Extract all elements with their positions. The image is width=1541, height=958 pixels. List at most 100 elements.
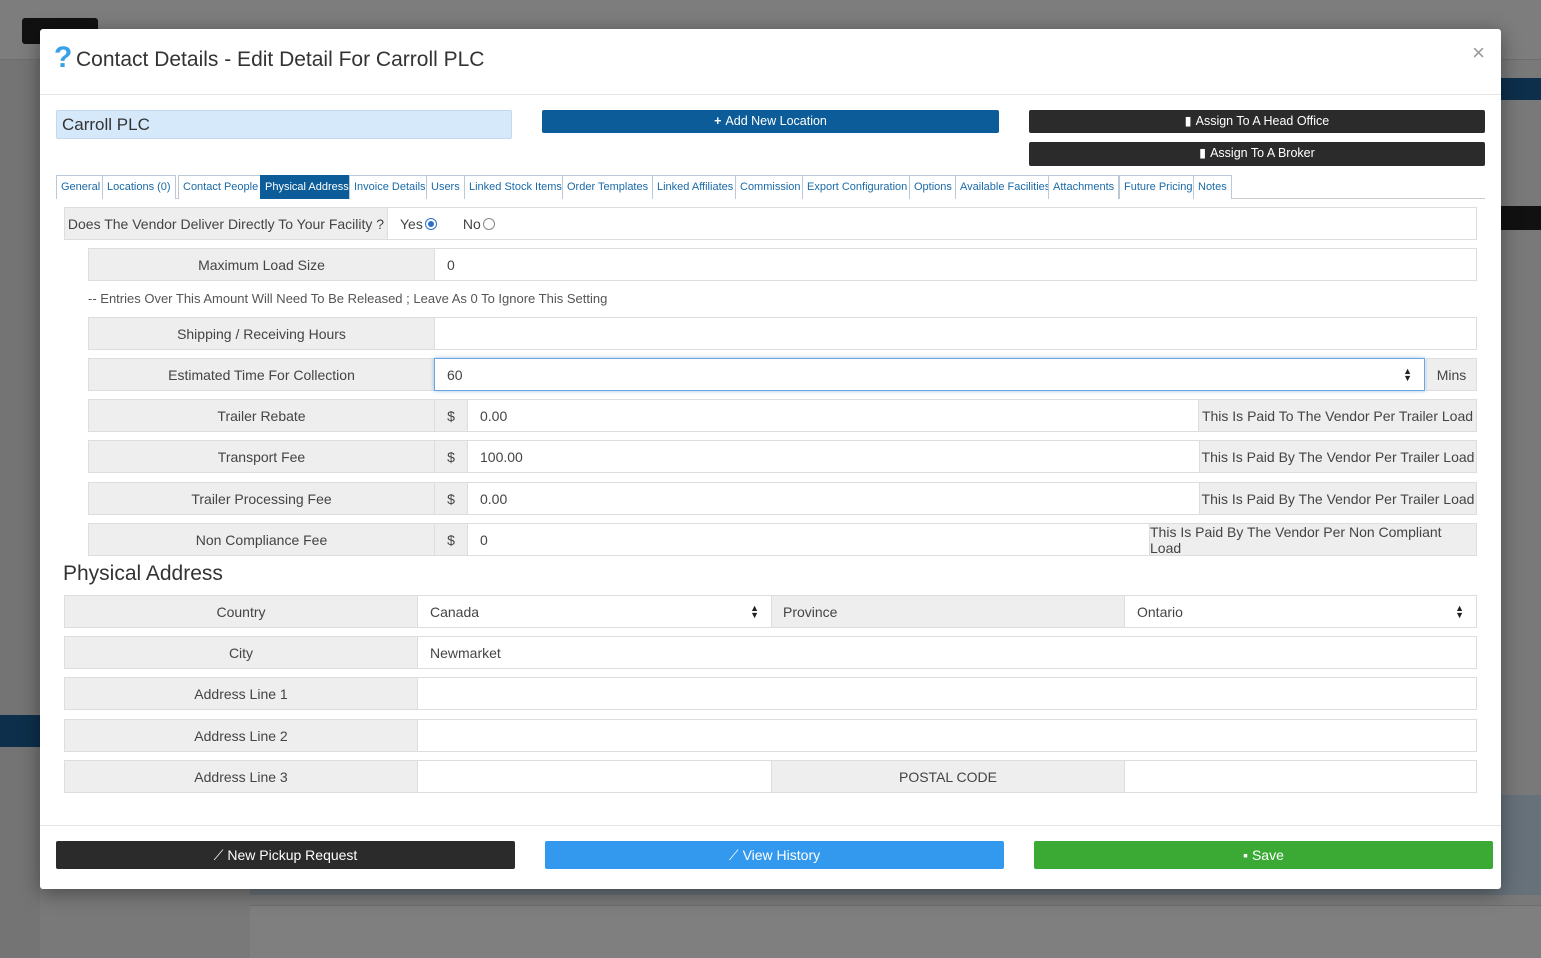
tab-users[interactable]: Users	[426, 175, 465, 199]
delivery-yes-label: Yes	[400, 215, 423, 232]
currency-addon: $	[434, 482, 468, 515]
province-value: Ontario	[1137, 603, 1183, 620]
chart-icon: ⟋	[728, 847, 743, 863]
non-compliance-note: This Is Paid By The Vendor Per Non Compl…	[1149, 523, 1477, 556]
trailer-processing-row: Trailer Processing Fee $ 0.00 This Is Pa…	[88, 482, 1477, 515]
tab-attachments[interactable]: Attachments	[1048, 175, 1120, 199]
address-line-3-input[interactable]	[417, 760, 772, 793]
collection-unit: Mins	[1426, 358, 1477, 391]
tab-general[interactable]: General	[56, 175, 106, 199]
tab-invoice-details[interactable]: Invoice Details	[349, 175, 431, 199]
postal-code-input[interactable]	[1124, 760, 1477, 793]
close-icon[interactable]: ×	[1472, 41, 1485, 65]
country-province-row: Country Canada ▲ ▼ Province Ontario ▲ ▼	[64, 595, 1477, 628]
tab-bar: General Locations (0) Contact People Phy…	[56, 175, 1485, 199]
help-icon[interactable]: ?	[54, 41, 72, 75]
tab-future-pricing[interactable]: Future Pricing	[1119, 175, 1198, 199]
province-label: Province	[771, 595, 1125, 628]
new-pickup-request-button[interactable]: ⟋ New Pickup Request	[56, 841, 515, 869]
tab-available-facilities[interactable]: Available Facilities	[955, 175, 1056, 199]
tab-commission[interactable]: Commission	[735, 175, 806, 199]
trailer-processing-label: Trailer Processing Fee	[88, 482, 435, 515]
tab-export-configuration[interactable]: Export Configuration	[802, 175, 913, 199]
contact-details-modal: ? Contact Details - Edit Detail For Carr…	[40, 29, 1501, 889]
tab-contact-people[interactable]: Contact People	[178, 175, 264, 199]
city-row: City Newmarket	[64, 636, 1477, 669]
currency-addon: $	[434, 399, 468, 432]
save-button[interactable]: ▪ Save	[1034, 841, 1493, 869]
currency-addon: $	[434, 440, 468, 473]
delivery-yes-radio[interactable]	[424, 217, 437, 230]
building-icon: ▮	[1184, 114, 1192, 128]
new-pickup-request-label: New Pickup Request	[227, 847, 358, 863]
delivery-no-label: No	[462, 215, 481, 232]
max-load-label: Maximum Load Size	[88, 248, 435, 281]
shipping-hours-row: Shipping / Receiving Hours	[88, 317, 1477, 350]
save-label: Save	[1251, 847, 1284, 863]
tab-options[interactable]: Options	[909, 175, 957, 199]
assign-broker-button[interactable]: ▮ Assign To A Broker	[1029, 142, 1485, 166]
building-icon: ▮	[1199, 146, 1207, 160]
shipping-hours-label: Shipping / Receiving Hours	[88, 317, 435, 350]
delivery-options: Yes No	[387, 207, 1477, 240]
tab-physical-address[interactable]: Physical Address	[260, 175, 354, 199]
chart-icon: ⟋	[213, 847, 228, 863]
view-history-label: View History	[742, 847, 821, 863]
trailer-processing-note: This Is Paid By The Vendor Per Trailer L…	[1199, 482, 1477, 515]
select-arrows-icon: ▲ ▼	[750, 602, 759, 620]
address-line-1-row: Address Line 1	[64, 677, 1477, 710]
non-compliance-label: Non Compliance Fee	[88, 523, 435, 556]
province-select[interactable]: Ontario ▲ ▼	[1124, 595, 1477, 628]
address-line-2-input[interactable]	[417, 719, 1477, 752]
trailer-rebate-label: Trailer Rebate	[88, 399, 435, 432]
spinner-arrows-icon[interactable]: ▲ ▼	[1403, 366, 1412, 382]
max-load-input[interactable]: 0	[434, 248, 1477, 281]
assign-broker-label: Assign To A Broker	[1210, 146, 1315, 160]
tab-order-templates[interactable]: Order Templates	[562, 175, 654, 199]
add-new-location-label: Add New Location	[725, 114, 827, 128]
address-line-2-label: Address Line 2	[64, 719, 418, 752]
add-new-location-button[interactable]: + Add New Location	[542, 110, 999, 133]
collection-time-value: 60	[447, 366, 463, 383]
transport-fee-input[interactable]: 100.00	[467, 440, 1200, 473]
trailer-rebate-input[interactable]: 0.00	[467, 399, 1199, 432]
country-label: Country	[64, 595, 418, 628]
assign-head-office-button[interactable]: ▮ Assign To A Head Office	[1029, 110, 1485, 133]
tab-notes[interactable]: Notes	[1193, 175, 1232, 199]
max-load-row: Maximum Load Size 0	[88, 248, 1477, 281]
delivery-question-label: Does The Vendor Deliver Directly To Your…	[64, 207, 388, 240]
plus-icon: +	[714, 114, 722, 128]
shipping-hours-input[interactable]	[434, 317, 1477, 350]
tab-linked-stock-items[interactable]: Linked Stock Items	[464, 175, 567, 199]
tab-linked-affiliates[interactable]: Linked Affiliates	[652, 175, 739, 199]
address-line-3-row: Address Line 3 POSTAL CODE	[64, 760, 1477, 793]
address-line-3-label: Address Line 3	[64, 760, 418, 793]
trailer-rebate-note: This Is Paid To The Vendor Per Trailer L…	[1198, 399, 1477, 432]
transport-fee-label: Transport Fee	[88, 440, 435, 473]
address-line-2-row: Address Line 2	[64, 719, 1477, 752]
footer-divider	[40, 825, 1501, 826]
contact-name-input[interactable]	[56, 110, 512, 139]
country-select[interactable]: Canada ▲ ▼	[417, 595, 772, 628]
modal-header: ? Contact Details - Edit Detail For Carr…	[40, 29, 1501, 95]
transport-fee-note: This Is Paid By The Vendor Per Trailer L…	[1199, 440, 1477, 473]
view-history-button[interactable]: ⟋ View History	[545, 841, 1004, 869]
postal-code-label: POSTAL CODE	[771, 760, 1125, 793]
country-value: Canada	[430, 603, 480, 620]
transport-fee-row: Transport Fee $ 100.00 This Is Paid By T…	[88, 440, 1477, 473]
city-input[interactable]: Newmarket	[417, 636, 1477, 669]
assign-head-office-label: Assign To A Head Office	[1195, 114, 1330, 128]
city-label: City	[64, 636, 418, 669]
collection-time-label: Estimated Time For Collection	[88, 358, 435, 391]
tab-locations[interactable]: Locations (0)	[102, 175, 176, 199]
address-line-1-input[interactable]	[417, 677, 1477, 710]
collection-time-input[interactable]: 60 ▲ ▼	[434, 358, 1425, 391]
non-compliance-input[interactable]: 0	[467, 523, 1150, 556]
address-line-1-label: Address Line 1	[64, 677, 418, 710]
delivery-row: Does The Vendor Deliver Directly To Your…	[64, 207, 1477, 240]
physical-address-heading: Physical Address	[63, 562, 223, 585]
delivery-no-radio[interactable]	[482, 217, 495, 230]
non-compliance-row: Non Compliance Fee $ 0 This Is Paid By T…	[88, 523, 1477, 556]
trailer-processing-input[interactable]: 0.00	[467, 482, 1200, 515]
collection-time-row: Estimated Time For Collection 60 ▲ ▼ Mins	[88, 358, 1477, 391]
